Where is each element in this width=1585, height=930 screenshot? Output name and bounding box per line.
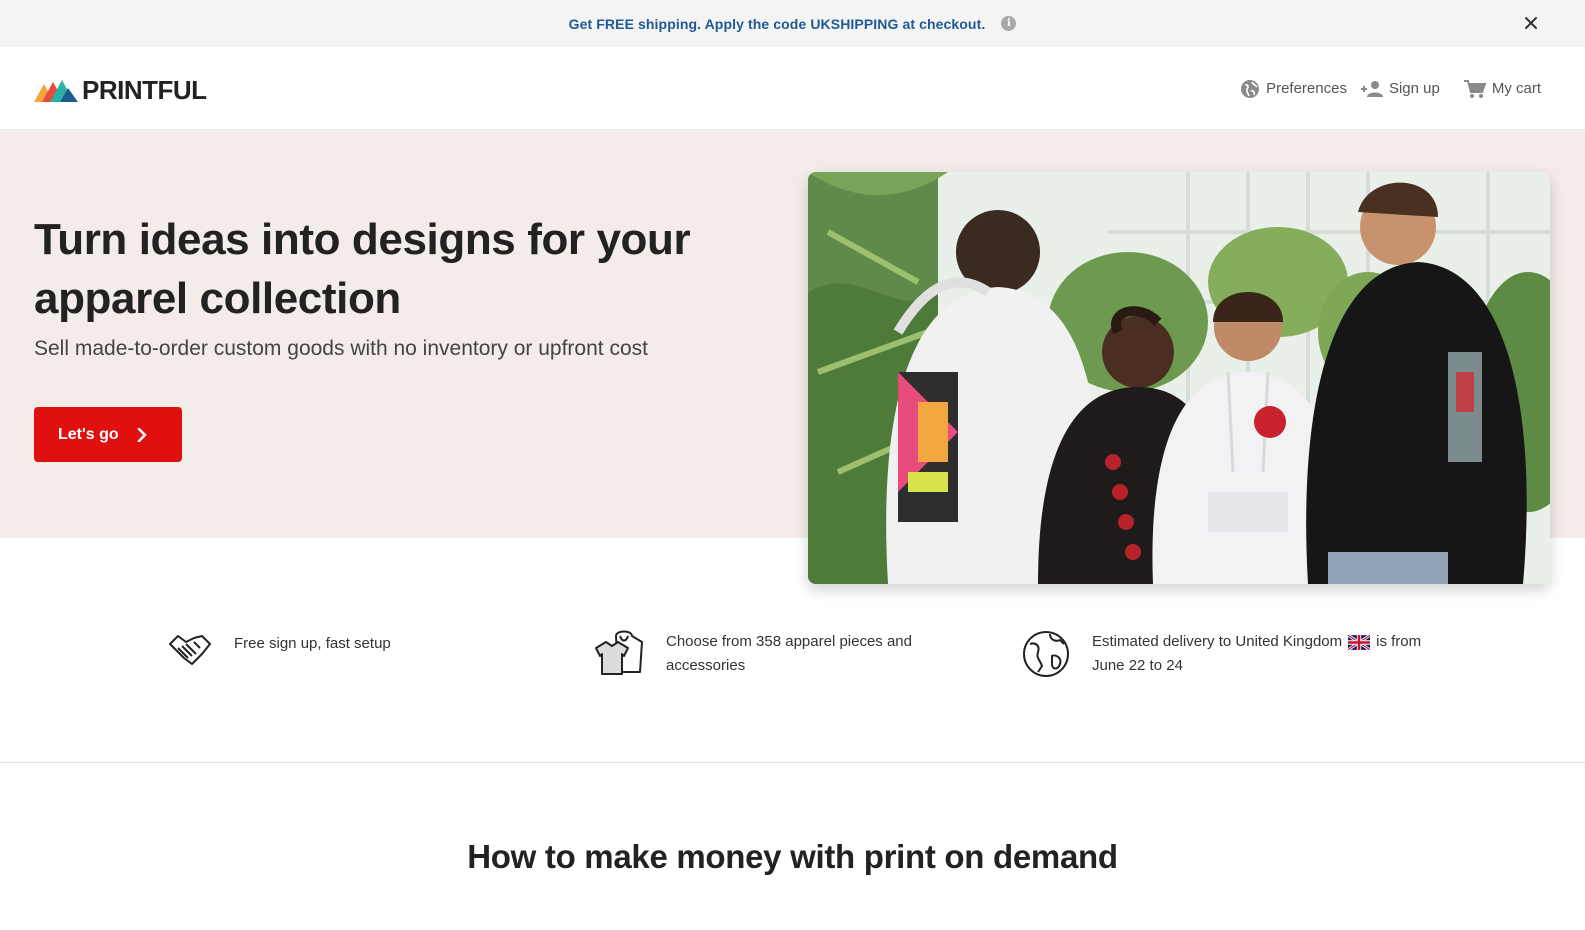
apparel-icon (595, 630, 643, 675)
feature-delivery-text: Estimated delivery to United Kingdom is f… (1092, 630, 1422, 678)
hero-title: Turn ideas into designs for your apparel… (34, 215, 691, 323)
add-user-icon (1360, 80, 1383, 97)
lets-go-button[interactable]: Let's go (34, 407, 182, 462)
my-cart-link[interactable]: My cart (1463, 79, 1541, 99)
globe-small-icon (1241, 79, 1260, 98)
site-header: PRINTFUL Preferences Sign up My cart (0, 47, 1585, 130)
hero-subtitle: Sell made-to-order custom goods with no … (34, 337, 648, 360)
info-icon[interactable]: i (1001, 16, 1017, 31)
logo-text: PRINTFUL (82, 75, 207, 105)
sign-up-label: Sign up (1388, 80, 1440, 97)
feature-signup: Free sign up, fast setup (168, 632, 391, 668)
preferences-label: Preferences (1266, 80, 1347, 97)
promo-text: Get FREE shipping. Apply the code UKSHIP… (568, 15, 986, 32)
cart-label: My cart (1491, 80, 1541, 97)
preferences-link[interactable]: Preferences (1240, 79, 1347, 99)
feature-signup-text: Free sign up, fast setup (234, 635, 391, 652)
close-icon[interactable] (1521, 13, 1541, 33)
lets-go-label: Let's go (58, 425, 119, 443)
globe-icon (1023, 631, 1069, 677)
header-nav: Preferences Sign up My cart (1226, 47, 1541, 130)
printful-logo[interactable]: PRINTFUL (34, 75, 207, 106)
uk-flag-icon (1348, 634, 1371, 650)
feature-delivery: Estimated delivery to United Kingdom is f… (1022, 630, 1422, 678)
hoodie-back-print (898, 372, 958, 522)
sign-up-link[interactable]: Sign up (1360, 80, 1440, 98)
features-row: Free sign up, fast setup Choose from 358… (0, 620, 1585, 700)
handshake-icon (169, 635, 211, 665)
logo-mountains-icon (34, 79, 78, 102)
section-divider (0, 762, 1585, 763)
section-title: How to make money with print on demand (467, 838, 1118, 875)
feature-apparel-text: Choose from 358 apparel pieces and acces… (666, 633, 912, 674)
hero-photo (808, 172, 1550, 584)
cart-icon (1463, 79, 1486, 98)
feature-apparel: Choose from 358 apparel pieces and acces… (594, 630, 946, 678)
promo-bar: Get FREE shipping. Apply the code UKSHIP… (0, 0, 1585, 47)
delivery-country-text: Estimated delivery to United Kingdom (1092, 633, 1343, 650)
chevron-right-icon (137, 427, 147, 442)
people-in-hoodies-image (808, 172, 1550, 584)
